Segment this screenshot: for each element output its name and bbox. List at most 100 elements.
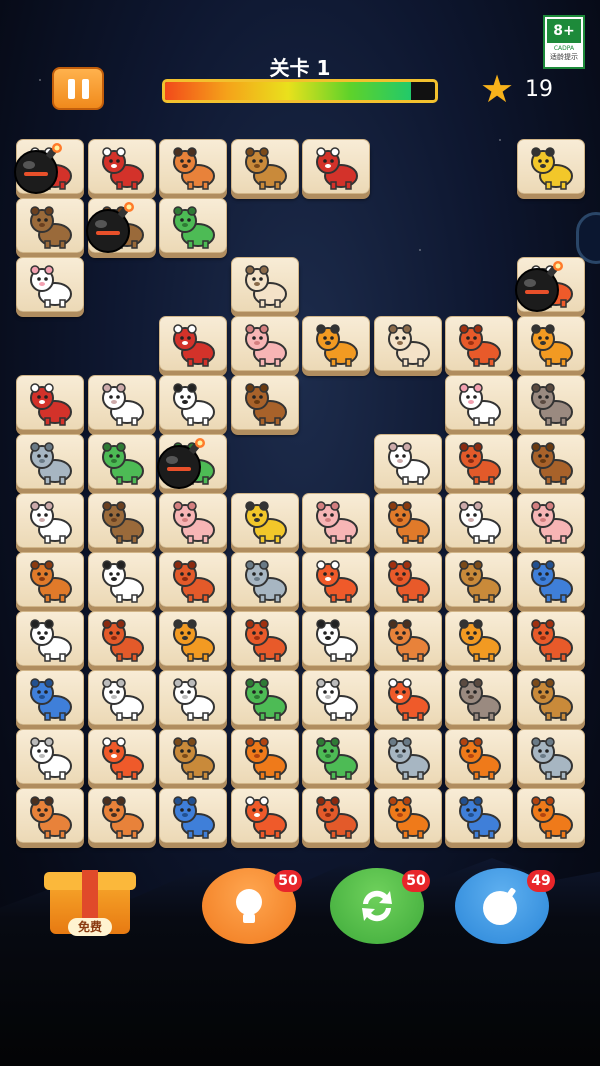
tile-rhino[interactable] xyxy=(445,788,513,843)
tile-bull[interactable] xyxy=(516,434,585,489)
fox-icon xyxy=(387,678,430,721)
tile-bear[interactable] xyxy=(87,493,156,548)
star-icon: ★ xyxy=(480,67,515,111)
tile-deer[interactable] xyxy=(445,552,513,607)
tile-sheep[interactable] xyxy=(87,375,156,430)
tile-squirrel[interactable] xyxy=(373,552,442,607)
tile-triceratops[interactable] xyxy=(302,729,370,784)
tile-elephant[interactable] xyxy=(230,552,299,607)
tile-pig[interactable] xyxy=(230,316,299,371)
tile-koala[interactable] xyxy=(516,375,585,430)
tile-bear[interactable] xyxy=(16,198,84,253)
shuffle-count: 50 xyxy=(402,870,430,892)
tile-hedgehog[interactable] xyxy=(87,611,156,666)
rhino-icon xyxy=(173,796,215,839)
raccoon-icon xyxy=(101,796,144,839)
tile-squirrel[interactable] xyxy=(230,611,299,666)
tile-rabbit[interactable] xyxy=(16,257,84,312)
tile-sheep[interactable] xyxy=(373,434,442,489)
lion-icon xyxy=(530,796,573,839)
tile-horse[interactable] xyxy=(16,552,84,607)
tile-hedgehog[interactable] xyxy=(445,434,513,489)
tile-triceratops[interactable] xyxy=(159,198,227,253)
tile-polar-bear[interactable] xyxy=(159,670,227,725)
tile-raccoon[interactable] xyxy=(16,788,84,843)
tile-hedgehog[interactable] xyxy=(302,788,370,843)
tile-deer[interactable] xyxy=(516,670,585,725)
polar-bear-icon xyxy=(30,737,72,780)
monkey-icon xyxy=(387,324,430,367)
tile-raccoon[interactable] xyxy=(373,611,442,666)
elephant-icon xyxy=(30,442,72,485)
tile-sheep[interactable] xyxy=(16,493,84,548)
tile-fox[interactable] xyxy=(87,729,156,784)
rabbit-icon xyxy=(30,265,72,308)
tile-lion[interactable] xyxy=(373,788,442,843)
tile-lion[interactable] xyxy=(516,788,585,843)
tile-gorilla[interactable] xyxy=(159,316,227,371)
tile-panda[interactable] xyxy=(302,611,370,666)
tile-rhino[interactable] xyxy=(516,552,585,607)
tile-gorilla[interactable] xyxy=(302,139,370,194)
pause-button[interactable] xyxy=(52,67,104,110)
tile-deer[interactable] xyxy=(159,729,227,784)
tile-gorilla[interactable] xyxy=(87,139,156,194)
tile-pig[interactable] xyxy=(516,493,585,548)
tile-koala[interactable] xyxy=(445,670,513,725)
tile-squirrel[interactable] xyxy=(516,611,585,666)
tile-panda[interactable] xyxy=(16,611,84,666)
tile-panda[interactable] xyxy=(159,375,227,430)
tile-elephant[interactable] xyxy=(16,434,84,489)
raccoon-icon xyxy=(387,619,430,662)
tile-triceratops[interactable] xyxy=(87,434,156,489)
tiger-icon xyxy=(316,324,358,367)
tile-horse[interactable] xyxy=(373,493,442,548)
free-gift-button[interactable]: 免费 xyxy=(44,860,136,940)
tile-squirrel[interactable] xyxy=(445,316,513,371)
tile-monkey[interactable] xyxy=(373,316,442,371)
tile-raccoon[interactable] xyxy=(159,139,227,194)
triceratops-icon xyxy=(173,206,215,249)
tile-gorilla[interactable] xyxy=(16,375,84,430)
tile-elephant[interactable] xyxy=(516,729,585,784)
polar-bear-icon xyxy=(101,678,144,721)
tile-pig[interactable] xyxy=(159,493,227,548)
tile-panda[interactable] xyxy=(87,552,156,607)
hint-button[interactable]: 50 xyxy=(202,868,302,944)
tile-monkey[interactable] xyxy=(230,257,299,312)
tile-sheep[interactable] xyxy=(445,493,513,548)
tile-elephant[interactable] xyxy=(373,729,442,784)
tile-lion[interactable] xyxy=(230,729,299,784)
tile-hedgehog[interactable] xyxy=(159,552,227,607)
tile-leopard[interactable] xyxy=(230,493,299,548)
elephant-icon xyxy=(387,737,430,780)
tile-tiger[interactable] xyxy=(159,611,227,666)
tile-rhino[interactable] xyxy=(16,670,84,725)
tile-deer[interactable] xyxy=(230,139,299,194)
tile-triceratops[interactable] xyxy=(230,670,299,725)
shuffle-button[interactable]: 50 xyxy=(330,868,430,944)
tile-lion[interactable] xyxy=(445,729,513,784)
tile-polar-bear[interactable] xyxy=(302,670,370,725)
tile-raccoon[interactable] xyxy=(87,788,156,843)
tile-pig[interactable] xyxy=(302,493,370,548)
bomb-powerup-button[interactable]: 49 xyxy=(455,868,555,944)
hint-count: 50 xyxy=(274,870,302,892)
tile-leopard[interactable] xyxy=(516,139,585,194)
bull-icon xyxy=(530,442,573,485)
tile-fox[interactable] xyxy=(373,670,442,725)
tile-tiger[interactable] xyxy=(302,316,370,371)
tile-fox[interactable] xyxy=(302,552,370,607)
tile-rabbit[interactable] xyxy=(445,375,513,430)
fox-icon xyxy=(101,737,144,780)
bear-icon xyxy=(30,206,72,249)
tile-tiger[interactable] xyxy=(516,316,585,371)
tile-bull[interactable] xyxy=(230,375,299,430)
tile-fox[interactable] xyxy=(230,788,299,843)
elephant-icon xyxy=(530,737,573,780)
tile-polar-bear[interactable] xyxy=(16,729,84,784)
panda-icon xyxy=(30,619,72,662)
tile-rhino[interactable] xyxy=(159,788,227,843)
tile-polar-bear[interactable] xyxy=(87,670,156,725)
tile-tiger[interactable] xyxy=(445,611,513,666)
